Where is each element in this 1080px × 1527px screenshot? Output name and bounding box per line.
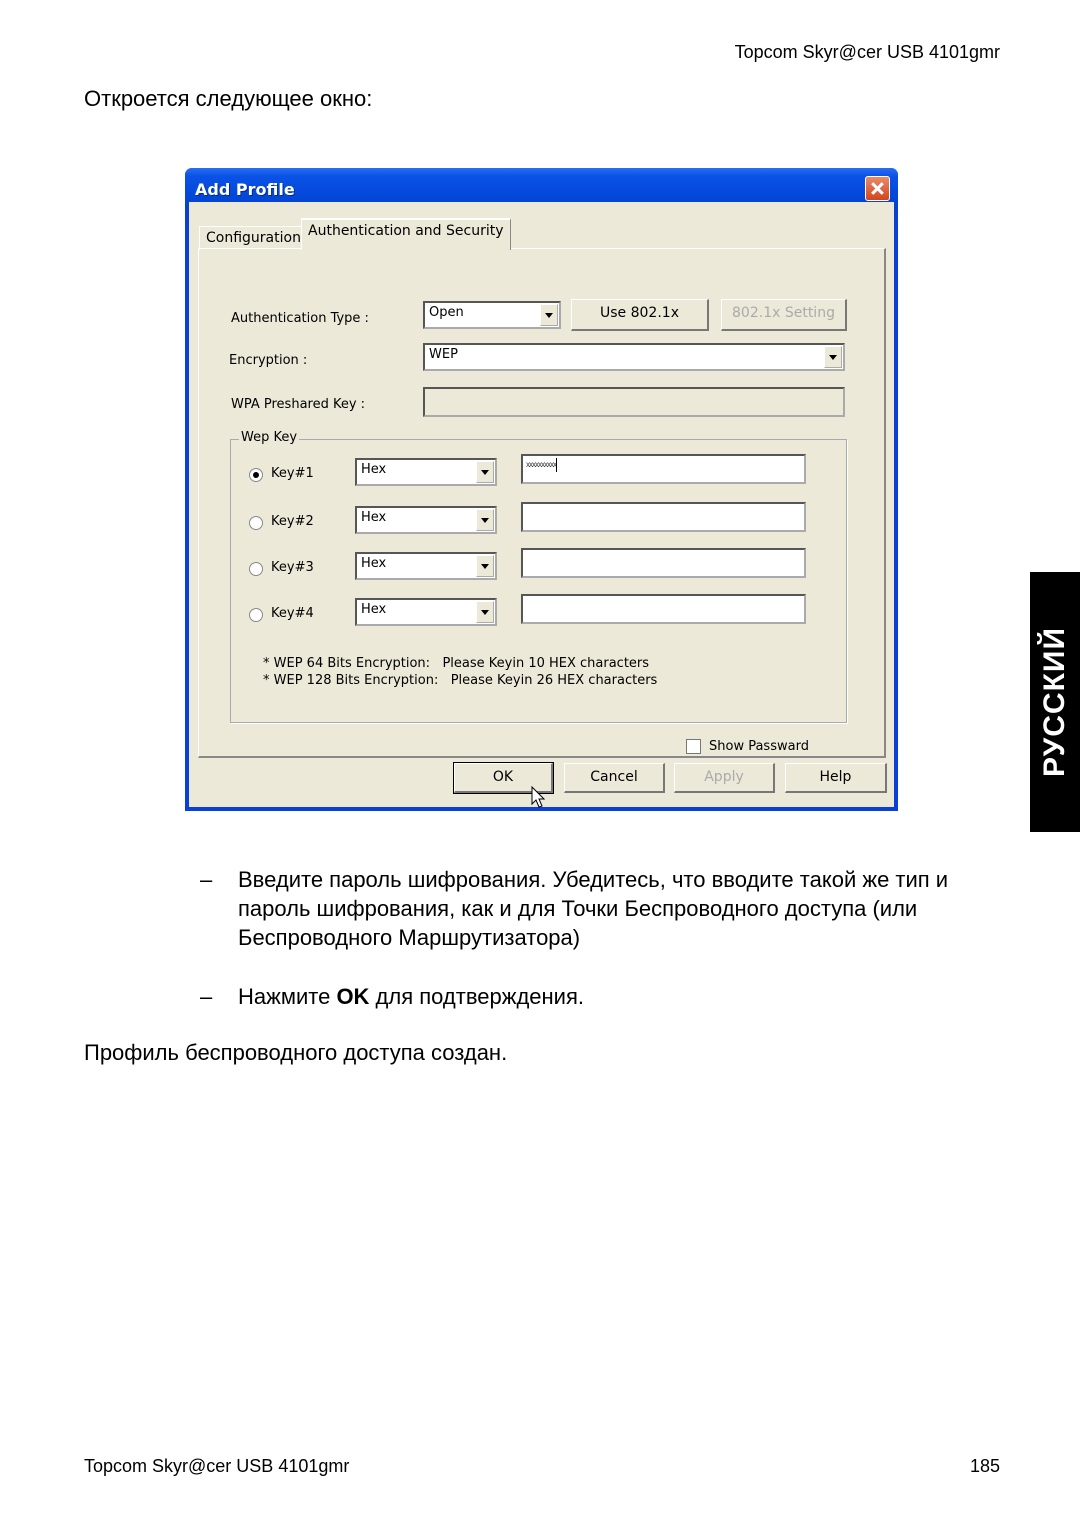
key4-input[interactable] <box>521 594 806 624</box>
footer-product: Topcom Skyr@cer USB 4101gmr <box>84 1456 350 1476</box>
apply-button[interactable]: Apply <box>674 763 775 793</box>
bullet-dash: – <box>200 867 213 892</box>
auth-type-value: Open <box>429 305 464 320</box>
wpa-psk-input[interactable] <box>423 387 845 417</box>
chevron-down-icon[interactable] <box>476 509 494 531</box>
chevron-down-icon[interactable] <box>476 601 494 623</box>
use-8021x-button[interactable]: Use 802.1x <box>571 299 709 331</box>
show-password-label: Show Passward <box>709 739 809 754</box>
wep128-note: * WEP 128 Bits Encryption: Please Keyin … <box>263 673 658 688</box>
dialog-client: Configuration Authentication and Securit… <box>189 202 894 808</box>
key4-format-value: Hex <box>361 602 387 617</box>
key1-radio[interactable] <box>249 468 263 482</box>
key1-input[interactable]: xxxxxxxxxx <box>521 454 806 484</box>
encryption-value: WEP <box>429 347 458 362</box>
chevron-down-icon[interactable] <box>824 346 842 368</box>
8021x-setting-button[interactable]: 802.1x Setting <box>721 299 847 331</box>
tab-panel: Authentication Type : Open Use 802.1x 80… <box>198 248 886 758</box>
wpa-psk-label: WPA Preshared Key : <box>231 397 366 412</box>
tab-configuration[interactable]: Configuration <box>199 226 308 250</box>
mouse-pointer-icon <box>531 786 546 808</box>
key1-label: Key#1 <box>271 466 314 481</box>
cancel-button[interactable]: Cancel <box>564 763 665 793</box>
bullet-text-pre: Нажмите <box>238 984 337 1009</box>
page-number: 185 <box>969 1456 1000 1476</box>
intro-text: Откроется следующее окно: <box>84 86 373 111</box>
encryption-select[interactable]: WEP <box>423 343 845 371</box>
key2-radio[interactable] <box>249 516 263 530</box>
key3-radio[interactable] <box>249 562 263 576</box>
close-button[interactable] <box>865 176 890 201</box>
key4-radio[interactable] <box>249 608 263 622</box>
auth-type-label: Authentication Type : <box>231 311 369 326</box>
key4-label: Key#4 <box>271 606 314 621</box>
wep-key-legend: Wep Key <box>239 430 300 445</box>
show-password-checkbox[interactable] <box>686 739 701 754</box>
page-header: Topcom Skyr@cer USB 4101gmr <box>734 42 1000 62</box>
key2-format-value: Hex <box>361 510 387 525</box>
key2-input[interactable] <box>521 502 806 532</box>
chevron-down-icon[interactable] <box>540 304 558 326</box>
auth-type-select[interactable]: Open <box>423 301 561 329</box>
bullet-text: Введите пароль шифрования. Убедитесь, чт… <box>238 867 949 950</box>
bullet-text-post: для подтверждения. <box>369 984 584 1009</box>
outro-text: Профиль беспроводного доступа создан. <box>84 1040 508 1065</box>
key3-format-select[interactable]: Hex <box>355 552 497 580</box>
chevron-down-icon[interactable] <box>476 555 494 577</box>
add-profile-dialog: Add Profile Configuration Authentication… <box>185 168 898 811</box>
key4-format-select[interactable]: Hex <box>355 598 497 626</box>
bullet-text: Нажмите OK для подтверждения. <box>238 982 1008 1011</box>
key2-format-select[interactable]: Hex <box>355 506 497 534</box>
key3-input[interactable] <box>521 548 806 578</box>
key2-label: Key#2 <box>271 514 314 529</box>
dialog-title: Add Profile <box>195 180 295 199</box>
wep-key-group: Wep Key Key#1 Hex xxxxxxxxxx Key#2 Hex K… <box>230 430 847 723</box>
wep64-note: * WEP 64 Bits Encryption: Please Keyin 1… <box>263 656 650 671</box>
encryption-label: Encryption : <box>229 353 308 368</box>
bullet-dash: – <box>200 984 213 1009</box>
bullet-text-bold: OK <box>336 984 370 1009</box>
chevron-down-icon[interactable] <box>476 461 494 483</box>
key1-format-select[interactable]: Hex <box>355 458 497 486</box>
key3-label: Key#3 <box>271 560 314 575</box>
key3-format-value: Hex <box>361 556 387 571</box>
text-caret <box>556 458 557 472</box>
tab-authentication-security[interactable]: Authentication and Security <box>301 218 511 250</box>
key1-format-value: Hex <box>361 462 387 477</box>
language-label: РУССКИЙ <box>1038 626 1071 778</box>
language-side-tab: РУССКИЙ <box>1030 572 1080 832</box>
help-button[interactable]: Help <box>785 763 887 793</box>
key1-value: xxxxxxxxxx <box>526 460 557 470</box>
